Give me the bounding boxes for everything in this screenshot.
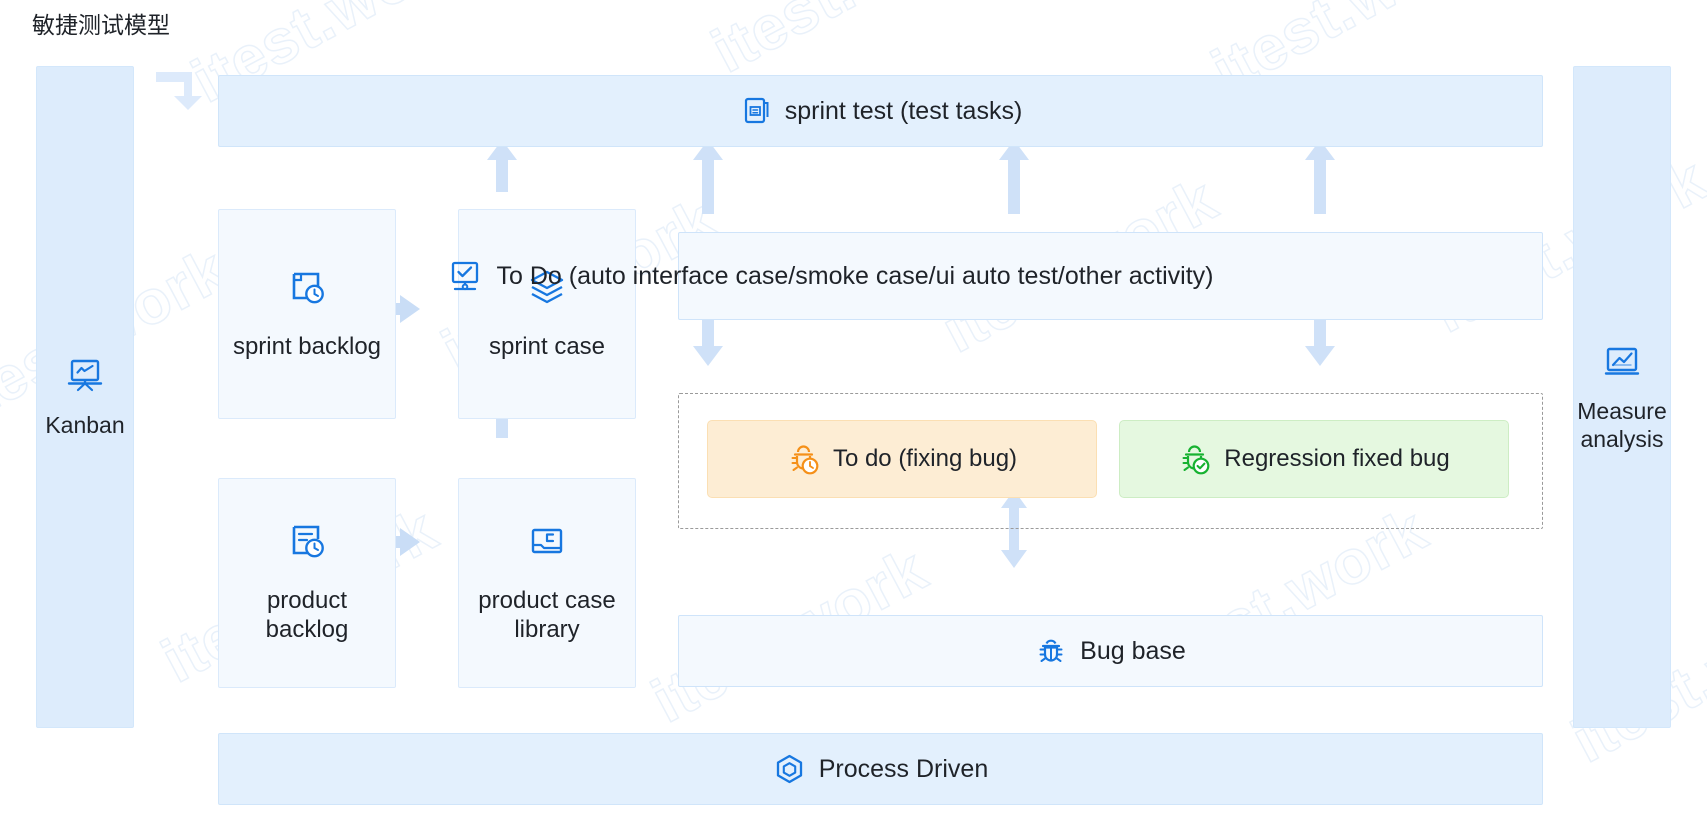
bug-icon xyxy=(1039,639,1063,662)
arrow-todo-to-sprint-test-left-icon xyxy=(693,140,723,214)
backlog-clock-icon xyxy=(292,272,324,303)
bug-clock-icon xyxy=(791,444,819,474)
sidebar-right-measure-analysis[interactable]: Measure analysis xyxy=(1573,66,1671,728)
sidebar-left-label: Kanban xyxy=(45,412,125,438)
card-sprint-case[interactable]: sprint case xyxy=(458,209,636,419)
band-bug-base-label: Bug base xyxy=(1080,637,1186,665)
pill-todo-fixing-bug[interactable]: To do (fixing bug) xyxy=(707,420,1097,498)
line-chart-icon xyxy=(1604,347,1640,375)
case-library-icon xyxy=(531,528,563,554)
band-process-driven-content: Process Driven xyxy=(773,753,989,786)
band-todo-activities-content: To Do (auto interface case/smoke case/ui… xyxy=(447,258,1214,294)
pill-regression-fixed-bug[interactable]: Regression fixed bug xyxy=(1119,420,1509,498)
sidebar-left-kanban[interactable]: Kanban xyxy=(36,66,134,728)
card-sprint-backlog[interactable]: sprint backlog xyxy=(218,209,396,419)
card-product-case-library[interactable]: product case library xyxy=(458,478,636,688)
page-title: 敏捷测试模型 xyxy=(32,12,170,38)
pill-regression-fixed-bug-label: Regression fixed bug xyxy=(1224,445,1450,472)
arrow-todo-to-sprint-test-mid-icon xyxy=(999,140,1029,214)
test-task-doc-icon xyxy=(744,97,769,123)
band-sprint-test-content: sprint test (test tasks) xyxy=(739,95,1023,128)
bug-check-icon xyxy=(1182,444,1210,474)
arrow-sprint-case-to-sprint-test-icon xyxy=(487,140,517,192)
band-todo-activities-label: To Do (auto interface case/smoke case/ui… xyxy=(496,262,1214,290)
band-process-driven[interactable]: Process Driven xyxy=(218,733,1543,805)
band-process-driven-label: Process Driven xyxy=(818,755,989,783)
card-sprint-case-label: sprint case xyxy=(488,332,606,360)
band-sprint-test-label: sprint test (test tasks) xyxy=(784,97,1023,125)
card-product-backlog-label: product backlog xyxy=(265,587,349,643)
hexagon-process-icon xyxy=(776,754,802,783)
pill-regression-fixed-bug-content: Regression fixed bug xyxy=(1178,443,1450,476)
sidebar-right-label: Measure analysis xyxy=(1577,398,1667,452)
monitor-check-icon xyxy=(452,261,479,291)
document-clock-icon xyxy=(292,525,324,558)
band-bug-base[interactable]: Bug base xyxy=(678,615,1543,687)
card-product-case-library-label: product case library xyxy=(478,587,616,643)
hook-arrow-to-sprint-test-icon xyxy=(156,72,202,110)
card-product-backlog[interactable]: product backlog xyxy=(218,478,396,688)
pill-todo-fixing-bug-content: To do (fixing bug) xyxy=(787,443,1017,476)
kanban-board-icon xyxy=(67,359,103,392)
arrow-todo-to-sprint-test-right-icon xyxy=(1305,140,1335,214)
band-bug-base-content: Bug base xyxy=(1035,635,1186,667)
band-sprint-test[interactable]: sprint test (test tasks) xyxy=(218,75,1543,147)
card-sprint-backlog-label: sprint backlog xyxy=(232,332,382,360)
pill-todo-fixing-bug-label: To do (fixing bug) xyxy=(832,445,1018,472)
band-todo-activities[interactable]: To Do (auto interface case/smoke case/ui… xyxy=(452,232,1543,320)
